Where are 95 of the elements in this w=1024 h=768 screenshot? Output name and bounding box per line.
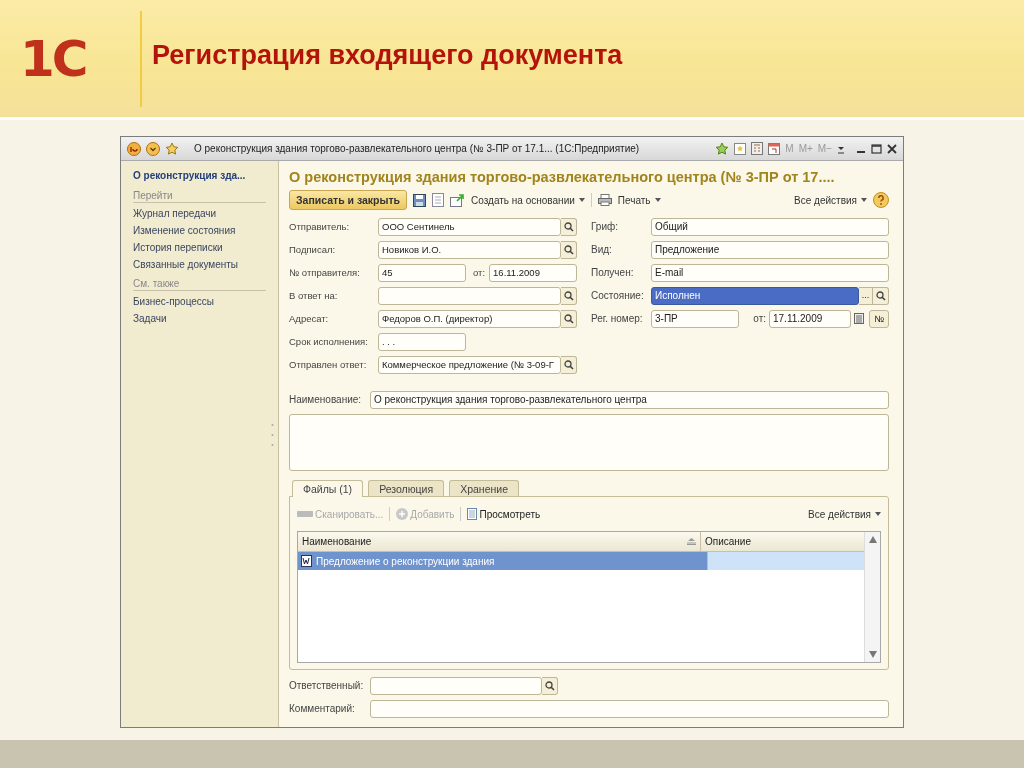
- input-field[interactable]: [378, 286, 561, 305]
- input-field[interactable]: О реконструкция здания торгово-развлекательного центра: [370, 390, 889, 409]
- field-label: от:: [753, 313, 766, 324]
- field-label: Срок исполнения:: [289, 336, 369, 347]
- scroll-down-icon[interactable]: [868, 651, 877, 658]
- tab[interactable]: Резолюция: [368, 480, 445, 496]
- caret-icon: [654, 198, 661, 203]
- toolbar-button[interactable]: Просмотреть: [467, 508, 541, 520]
- create-based-on-menu[interactable]: Создать на основании: [471, 194, 585, 206]
- search-button[interactable]: [561, 217, 577, 236]
- input-field[interactable]: Общий: [651, 217, 889, 236]
- search-button[interactable]: [873, 286, 889, 305]
- field-label: Наименование:: [289, 394, 363, 405]
- field-label: Отправлен ответ:: [289, 359, 368, 370]
- sidebar-title: О реконструкция зда...: [133, 170, 247, 181]
- sidebar-link[interactable]: Бизнес-процессы: [133, 293, 266, 310]
- slide-title: Регистрация входящего документа: [152, 40, 623, 71]
- field-label: Вид:: [591, 244, 613, 255]
- column-header[interactable]: Наименование: [298, 532, 701, 551]
- date-field[interactable]: . . .: [378, 332, 466, 351]
- app-logo-icon[interactable]: [127, 141, 141, 156]
- printer-icon[interactable]: [597, 194, 612, 206]
- input-field[interactable]: Предложение: [651, 240, 889, 259]
- column-header[interactable]: Описание: [701, 532, 864, 551]
- field-label: Комментарий:: [289, 703, 356, 714]
- tab[interactable]: Хранение: [449, 480, 519, 496]
- search-button[interactable]: [561, 309, 577, 328]
- choice-button[interactable]: ...: [859, 286, 873, 305]
- table-cell: Предложение о реконструкции здания: [298, 552, 708, 570]
- star-icon[interactable]: [165, 141, 179, 156]
- all-actions-menu[interactable]: Все действия: [808, 508, 881, 520]
- input-field[interactable]: Федоров О.П. (директор): [378, 309, 561, 328]
- field-label: Подписал:: [289, 244, 337, 255]
- calendar-icon[interactable]: [854, 313, 864, 324]
- sidebar-link[interactable]: Связанные документы: [133, 256, 266, 273]
- field-label: № отправителя:: [289, 267, 361, 278]
- maximize-icon[interactable]: [871, 143, 882, 154]
- calculator-icon[interactable]: [751, 142, 764, 155]
- form-heading: О реконструкция здания торгово-развлекательного центра (№ 3-ПР от 17....: [289, 168, 836, 187]
- document-icon[interactable]: [432, 193, 445, 207]
- section-heading: См. также: [133, 278, 266, 291]
- search-button[interactable]: [561, 286, 577, 305]
- input-field[interactable]: Новиков И.О.: [378, 240, 561, 259]
- scanner-icon: [297, 510, 313, 518]
- field-label: Ответственный:: [289, 680, 365, 691]
- sidebar-link[interactable]: Задачи: [133, 310, 266, 327]
- input-field[interactable]: [370, 676, 542, 695]
- field-label: Отправитель:: [289, 221, 351, 232]
- caret-icon: [875, 512, 881, 517]
- search-button[interactable]: [561, 240, 577, 259]
- plus-icon: [396, 508, 409, 520]
- input-field[interactable]: 45: [378, 263, 466, 282]
- field-label: В ответ на:: [289, 290, 339, 301]
- save-and-close-button[interactable]: Записать и закрыть: [289, 190, 408, 210]
- window-title: О реконструкция здания торгово-развлекательного центра (№ 3-ПР от 17.1... (1С:Предприятие): [194, 143, 640, 154]
- input-field[interactable]: Исполнен: [651, 286, 859, 305]
- field-label: от:: [473, 267, 486, 278]
- tab[interactable]: Файлы (1): [292, 480, 364, 497]
- number-button[interactable]: №: [869, 309, 889, 328]
- input-field[interactable]: Коммерческое предложение (№ 3-09-Г: [378, 355, 561, 374]
- scrollbar[interactable]: [864, 532, 880, 662]
- close-icon[interactable]: [887, 143, 897, 154]
- help-icon[interactable]: [873, 192, 889, 208]
- search-button[interactable]: [561, 355, 577, 374]
- field-label: Гриф:: [591, 221, 619, 232]
- bookmark-icon[interactable]: [734, 142, 747, 155]
- caret-icon: [861, 198, 867, 203]
- sidebar-link[interactable]: Изменение состояния: [133, 222, 266, 239]
- caret-icon: [578, 198, 585, 203]
- input-field[interactable]: 3-ПР: [651, 309, 739, 328]
- field-label: Рег. номер:: [591, 313, 644, 324]
- export-icon[interactable]: [450, 193, 466, 207]
- input-field[interactable]: ООО Сентинель: [378, 217, 561, 236]
- all-actions-menu[interactable]: Все действия: [794, 194, 867, 206]
- section-heading: Перейти: [133, 190, 266, 203]
- document-icon: [467, 508, 478, 520]
- sort-icon: [687, 538, 696, 545]
- field-label: Адресат:: [289, 313, 330, 324]
- date-field[interactable]: 16.11.2009: [489, 263, 578, 282]
- field-label: Состояние:: [591, 290, 645, 301]
- save-icon[interactable]: [413, 193, 427, 207]
- search-button[interactable]: [542, 676, 558, 695]
- logo: 1С: [20, 29, 87, 88]
- field-label: Получен:: [591, 267, 635, 278]
- scroll-up-icon[interactable]: [868, 536, 877, 543]
- date-field[interactable]: 17.11.2009: [769, 309, 851, 328]
- input-field[interactable]: E-mail: [651, 263, 889, 282]
- dropdown-icon[interactable]: [146, 141, 160, 156]
- print-menu[interactable]: Печать: [617, 194, 661, 206]
- sidebar-link[interactable]: Журнал передачи: [133, 205, 266, 222]
- star-icon[interactable]: [715, 142, 730, 155]
- sidebar-link[interactable]: История переписки: [133, 239, 266, 256]
- input-field[interactable]: [370, 699, 889, 718]
- calendar-icon[interactable]: [768, 142, 781, 155]
- document-icon: [301, 555, 312, 567]
